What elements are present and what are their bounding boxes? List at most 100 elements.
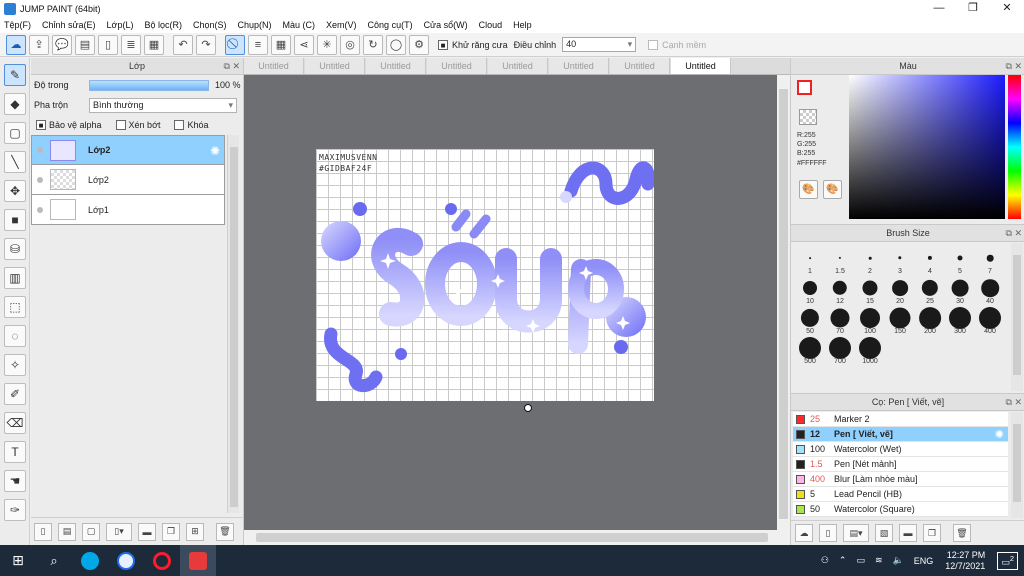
menu-layer[interactable]: Lớp(L) [107, 20, 134, 30]
hand-icon[interactable]: ☚ [4, 470, 26, 492]
marquee-icon[interactable]: ⬚ [4, 296, 26, 318]
saturation-value-picker[interactable] [849, 75, 1005, 219]
panel-controls-icon[interactable]: ⧉ ✕ [224, 58, 240, 75]
language-indicator[interactable]: ENG [914, 556, 934, 566]
eyedropper-icon[interactable]: ✑ [4, 499, 26, 521]
horizontal-scrollbar[interactable] [244, 530, 790, 545]
hue-slider[interactable] [1008, 75, 1021, 219]
brush-size-option[interactable]: 300 [945, 305, 975, 335]
new-layer-icon[interactable]: ▯ [34, 522, 52, 541]
list-icon[interactable]: ≣ [121, 34, 141, 55]
menu-capture[interactable]: Chụp(N) [238, 20, 272, 30]
delete-icon[interactable]: 🗑 [216, 522, 234, 541]
menu-cloud[interactable]: Cloud [479, 20, 503, 30]
gear-icon[interactable]: ✺ [995, 428, 1004, 441]
layer-scrollbar[interactable] [227, 135, 239, 513]
layer-item[interactable]: Lớp1 [31, 195, 225, 225]
layer-item[interactable]: Lớp2 [31, 165, 225, 195]
maximize-button[interactable]: ❐ [956, 0, 990, 17]
tab-document[interactable]: Untitled [427, 58, 487, 74]
brush-size-option[interactable]: 50 [795, 305, 825, 335]
lock-checkbox[interactable]: Khóa [174, 120, 209, 130]
menu-color[interactable]: Màu (C) [283, 20, 316, 30]
close-button[interactable]: ✕ [990, 0, 1024, 17]
eraser-icon[interactable]: ◆ [4, 93, 26, 115]
text-icon[interactable]: T [4, 441, 26, 463]
brush-size-option[interactable]: 40 [975, 275, 1005, 305]
brush-size-option[interactable]: 4 [915, 245, 945, 275]
cross-lines-icon[interactable]: ▦ [271, 34, 291, 55]
brush-size-option[interactable]: 3 [885, 245, 915, 275]
adjust-select[interactable]: 40 [562, 37, 637, 52]
select-eraser-icon[interactable]: ⌫ [4, 412, 26, 434]
redo-icon[interactable]: ↷ [196, 34, 216, 55]
opacity-slider[interactable] [89, 79, 209, 91]
tool-preset-item[interactable]: 12 Pen [ Viết, vẽ] ✺ [793, 427, 1008, 442]
opera-icon[interactable] [144, 545, 180, 576]
tool-preset-item[interactable]: 50 Watercolor (Square) [793, 502, 1008, 517]
select-rect-icon[interactable]: ▢ [4, 122, 26, 144]
cloud-download-icon[interactable]: ☁ [795, 524, 813, 542]
brush-size-option[interactable]: 20 [885, 275, 915, 305]
merge-icon[interactable]: ⊞ [186, 522, 204, 541]
export-icon[interactable]: ⇪ [29, 34, 49, 55]
pen-select-icon[interactable]: ✐ [4, 383, 26, 405]
add-layer-menu-icon[interactable]: ▯▾ [106, 522, 132, 541]
magic-wand-icon[interactable]: ✧ [4, 354, 26, 376]
panel-controls-icon[interactable]: ⧉ ✕ [1006, 58, 1022, 75]
windows-start-icon[interactable]: ⊞ [0, 545, 36, 576]
tool-preset-item[interactable]: 25 Marker 2 [793, 412, 1008, 427]
undo-icon[interactable]: ↶ [173, 34, 193, 55]
vanishing-icon[interactable]: ⋖ [294, 34, 314, 55]
zalo-icon[interactable] [108, 545, 144, 576]
menu-filter[interactable]: Bộ lọc(R) [144, 20, 182, 30]
tool-preset-item[interactable]: 400 Blur [Làm nhòe màu] [793, 472, 1008, 487]
menu-window[interactable]: Cửa sổ(W) [424, 20, 468, 30]
tab-document[interactable]: Untitled [366, 58, 426, 74]
gear-icon[interactable]: ✺ [210, 144, 220, 158]
brush-size-option[interactable]: 7 [975, 245, 1005, 275]
tab-document[interactable]: Untitled [549, 58, 609, 74]
panel-controls-icon[interactable]: ⧉ ✕ [1006, 394, 1022, 411]
menu-edit[interactable]: Chỉnh sửa(E) [42, 20, 96, 30]
concentric-icon[interactable]: ◎ [340, 34, 360, 55]
people-icon[interactable]: ⚇ [821, 555, 829, 566]
tab-document[interactable]: Untitled [488, 58, 548, 74]
menu-select[interactable]: Chọn(S) [193, 20, 227, 30]
foreground-color-swatch[interactable] [797, 80, 812, 95]
circle-icon[interactable]: ◯ [386, 34, 406, 55]
preset-settings-icon[interactable]: ▧ [875, 524, 893, 542]
snap-settings-icon[interactable]: ⚙ [409, 34, 429, 55]
skype-icon[interactable] [72, 545, 108, 576]
antialias-checkbox[interactable]: ■ Khử răng cưa [438, 39, 508, 50]
menu-tools[interactable]: Công cụ(T) [368, 20, 413, 30]
grid-icon[interactable]: ▦ [144, 34, 164, 55]
menu-file[interactable]: Tệp(F) [4, 20, 31, 30]
parallel-lines-icon[interactable]: ≡ [248, 34, 268, 55]
move-icon[interactable]: ✥ [4, 180, 26, 202]
brush-size-option[interactable]: 15 [855, 275, 885, 305]
brush-size-option[interactable]: 25 [915, 275, 945, 305]
brush-scrollbar[interactable] [1011, 243, 1023, 391]
comment-icon[interactable]: ▤ [75, 34, 95, 55]
brush-size-option[interactable]: 12 [825, 275, 855, 305]
search-icon[interactable]: ⌕ [36, 545, 72, 576]
new-layer-alt-icon[interactable]: ▢ [82, 522, 100, 541]
visibility-icon[interactable] [37, 176, 43, 183]
layer-item[interactable]: Lớp2 ✺ [31, 135, 225, 165]
protect-alpha-checkbox[interactable]: ■ Bảo vệ alpha [36, 120, 102, 130]
brush-size-option[interactable]: 500 [795, 335, 825, 365]
menu-view[interactable]: Xem(V) [326, 20, 357, 30]
minimize-button[interactable]: — [922, 0, 956, 17]
curve-icon[interactable]: ↻ [363, 34, 383, 55]
tab-document[interactable]: Untitled [305, 58, 365, 74]
clip-checkbox[interactable]: Xén bớt [115, 120, 160, 130]
chevron-up-icon[interactable]: ⌃ [839, 555, 847, 566]
snap-off-icon[interactable]: ⃠ [225, 34, 245, 55]
brush-size-option[interactable]: 200 [915, 305, 945, 335]
brush-size-option[interactable]: 30 [945, 275, 975, 305]
tab-document[interactable]: Untitled [610, 58, 670, 74]
bucket-icon[interactable]: ⛁ [4, 238, 26, 260]
brush-size-option[interactable]: 10 [795, 275, 825, 305]
folder-icon[interactable]: ▬ [899, 524, 917, 542]
